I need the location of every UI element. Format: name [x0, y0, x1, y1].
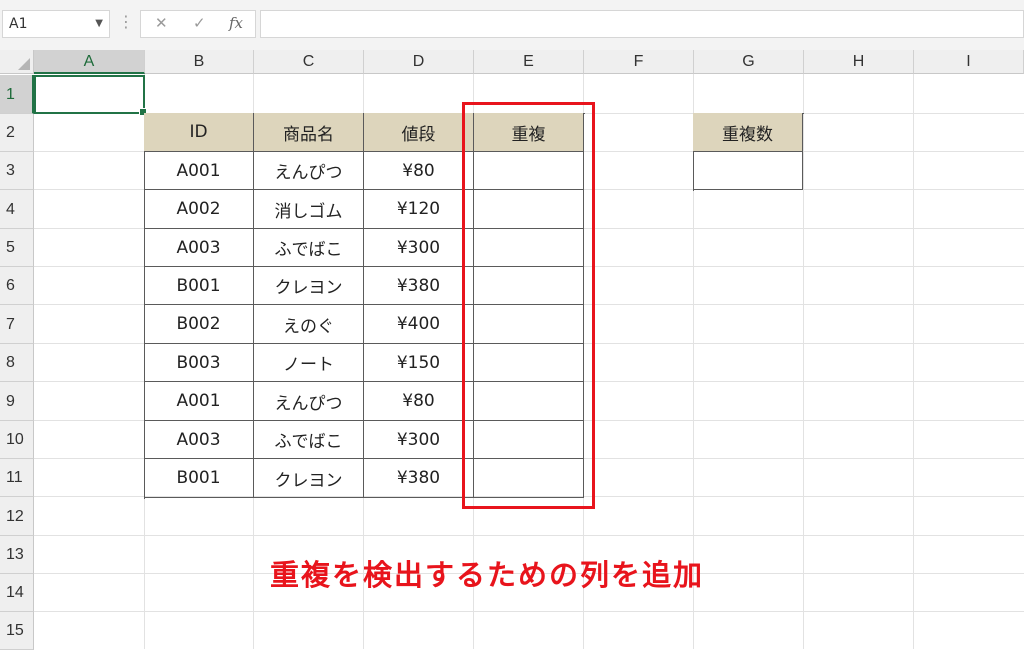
table-cell[interactable]: ¥120 — [364, 190, 474, 229]
table-cell[interactable]: B001 — [144, 459, 254, 498]
table-cell[interactable]: ¥150 — [364, 344, 474, 382]
active-cell-a1[interactable] — [34, 75, 147, 116]
column-header-h[interactable]: H — [804, 50, 914, 74]
row-header-8[interactable]: 8 — [0, 344, 34, 382]
table-cell[interactable]: A003 — [144, 421, 254, 459]
row-header-9[interactable]: 9 — [0, 382, 34, 421]
table-cell[interactable]: B003 — [144, 344, 254, 382]
row-header-14[interactable]: 14 — [0, 574, 34, 612]
row-header-12[interactable]: 12 — [0, 497, 34, 536]
column-header-f[interactable]: F — [584, 50, 694, 74]
drag-handle-icon[interactable]: ⋮ — [118, 12, 134, 31]
table-cell[interactable]: ¥80 — [364, 152, 474, 190]
table-header-cell[interactable]: 値段 — [364, 113, 474, 152]
table-cell[interactable]: 消しゴム — [254, 190, 364, 229]
row-header-4[interactable]: 4 — [0, 190, 34, 229]
column-header-i[interactable]: I — [914, 50, 1024, 74]
chevron-down-icon[interactable]: ▼ — [95, 11, 103, 37]
select-all-triangle-icon — [18, 58, 30, 70]
cancel-icon[interactable]: ✕ — [155, 14, 168, 32]
row-header-1[interactable]: 1 — [0, 75, 34, 114]
table-header-cell[interactable]: 商品名 — [254, 113, 364, 152]
annotation-text: 重複を検出するための列を追加 — [270, 558, 705, 592]
table-cell[interactable]: B002 — [144, 305, 254, 344]
row-header-15[interactable]: 15 — [0, 612, 34, 650]
table-cell[interactable]: クレヨン — [254, 267, 364, 305]
row-header-10[interactable]: 10 — [0, 421, 34, 459]
insert-function-icon[interactable]: fx — [229, 14, 243, 32]
count-header-cell[interactable]: 重複数 — [693, 113, 803, 152]
table-cell[interactable]: ¥300 — [364, 421, 474, 459]
gridline-horizontal — [34, 611, 1024, 612]
enter-icon[interactable]: ✓ — [193, 14, 206, 32]
table-cell[interactable]: えのぐ — [254, 305, 364, 344]
table-cell[interactable]: えんぴつ — [254, 152, 364, 190]
gridline-vertical — [913, 74, 914, 649]
row-header-2[interactable]: 2 — [0, 114, 34, 152]
row-header-5[interactable]: 5 — [0, 229, 34, 267]
gridline-horizontal — [34, 535, 1024, 536]
formula-input[interactable] — [260, 10, 1024, 38]
formula-buttons: ✕ ✓ fx — [140, 10, 256, 38]
row-header-13[interactable]: 13 — [0, 536, 34, 574]
table-cell[interactable]: ¥300 — [364, 229, 474, 267]
table-cell[interactable]: ¥80 — [364, 382, 474, 421]
column-header-c[interactable]: C — [254, 50, 364, 74]
count-value-cell[interactable] — [693, 152, 803, 190]
table-cell[interactable]: ふでばこ — [254, 229, 364, 267]
row-header-3[interactable]: 3 — [0, 152, 34, 190]
name-box[interactable]: A1 ▼ — [2, 10, 110, 38]
table-cell[interactable]: A001 — [144, 382, 254, 421]
formula-bar: A1 ▼ ⋮ ✕ ✓ fx — [0, 0, 1024, 50]
column-header-a[interactable]: A — [34, 50, 145, 74]
table-cell[interactable]: A002 — [144, 190, 254, 229]
table-cell[interactable]: クレヨン — [254, 459, 364, 498]
table-cell[interactable]: ふでばこ — [254, 421, 364, 459]
column-header-b[interactable]: B — [145, 50, 254, 74]
table-cell[interactable]: ¥380 — [364, 267, 474, 305]
table-cell[interactable]: B001 — [144, 267, 254, 305]
column-header-g[interactable]: G — [694, 50, 804, 74]
name-box-value: A1 — [9, 16, 28, 32]
table-cell[interactable]: A003 — [144, 229, 254, 267]
select-all-button[interactable] — [0, 50, 34, 74]
table-cell[interactable]: A001 — [144, 152, 254, 190]
highlight-box — [462, 102, 595, 509]
table-cell[interactable]: ¥380 — [364, 459, 474, 498]
row-header-11[interactable]: 11 — [0, 459, 34, 497]
table-cell[interactable]: ノート — [254, 344, 364, 382]
table-cell[interactable]: ¥400 — [364, 305, 474, 344]
column-header-d[interactable]: D — [364, 50, 474, 74]
table-header-cell[interactable]: ID — [144, 113, 254, 152]
row-header-6[interactable]: 6 — [0, 267, 34, 305]
row-header-7[interactable]: 7 — [0, 305, 34, 344]
table-cell[interactable]: えんぴつ — [254, 382, 364, 421]
column-header-e[interactable]: E — [474, 50, 584, 74]
